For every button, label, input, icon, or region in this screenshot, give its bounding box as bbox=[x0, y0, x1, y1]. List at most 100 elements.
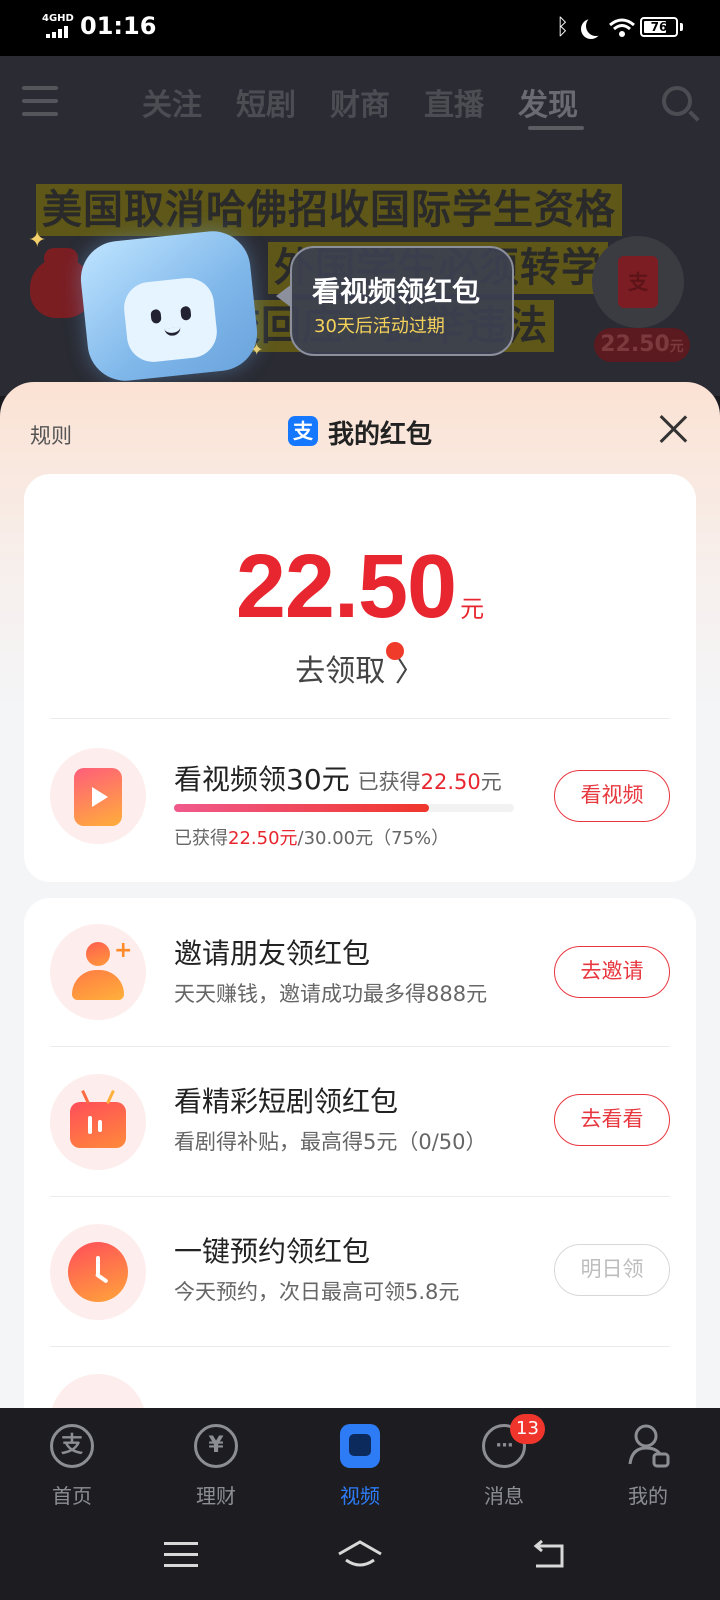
message-count-badge: 13 bbox=[510, 1414, 545, 1444]
active-tab-underline bbox=[528, 126, 584, 130]
watch-video-task-icon bbox=[50, 748, 146, 844]
short-drama-tv-icon bbox=[70, 1102, 126, 1148]
divider bbox=[50, 718, 670, 719]
balance-amount-unit: 元 bbox=[460, 595, 485, 623]
floating-amount-unit: 元 bbox=[669, 339, 684, 355]
alipay-home-icon: 支 bbox=[50, 1424, 94, 1468]
clock-time: 01:16 bbox=[80, 12, 157, 40]
plus-icon: + bbox=[114, 938, 133, 963]
detail-amount: 22.50元 bbox=[228, 828, 298, 849]
tab-profile-label: 我的 bbox=[628, 1484, 668, 1508]
invite-task-desc: 天天赚钱，邀请成功最多得888元 bbox=[174, 982, 488, 1006]
sparkle-icon: ✦ bbox=[28, 228, 47, 253]
detail-prefix: 已获得 bbox=[174, 828, 228, 849]
next-task-icon bbox=[50, 1374, 146, 1408]
bottom-tab-bar: 支 首页 ¥ 理财 视频 ··· 13 消息 我的 bbox=[0, 1408, 720, 1512]
close-icon[interactable] bbox=[658, 414, 688, 444]
rules-link[interactable]: 规则 bbox=[30, 420, 72, 450]
detail-suffix: /30.00元（75%） bbox=[297, 828, 450, 849]
mascot-character bbox=[77, 227, 261, 385]
invite-friend-icon-body bbox=[72, 970, 124, 1000]
tab-messages[interactable]: ··· 13 消息 bbox=[432, 1408, 576, 1512]
watch-video-button[interactable]: 看视频 bbox=[554, 770, 670, 822]
promo-bubble[interactable]: 看视频领红包 30天后活动过期 bbox=[290, 246, 514, 356]
battery-level-text: 76 bbox=[650, 20, 668, 34]
top-navigation: 关注 短剧 财商 直播 发现 bbox=[0, 76, 720, 136]
balance-card: 22.50 元 去领取 〉 看视频领30元 已获得22.50元 已获得22.50元/… bbox=[24, 474, 696, 882]
earned-unit: 元 bbox=[480, 770, 502, 794]
bluetooth-icon: ᛒ bbox=[556, 15, 570, 40]
sheet-title: 我的红包 bbox=[328, 420, 433, 450]
play-icon bbox=[74, 768, 122, 826]
invite-task-icon: + bbox=[50, 924, 146, 1020]
watch-video-progress-bar bbox=[174, 804, 514, 812]
tab-wealth[interactable]: ¥ 理财 bbox=[144, 1408, 288, 1512]
divider bbox=[50, 1346, 670, 1347]
invite-button[interactable]: 去邀请 bbox=[554, 946, 670, 998]
floating-red-packet-button[interactable]: 支 bbox=[592, 236, 684, 328]
nav-tab-short-drama[interactable]: 短剧 bbox=[236, 80, 296, 124]
wifi-icon bbox=[609, 18, 635, 37]
nav-tab-live[interactable]: 直播 bbox=[424, 80, 484, 124]
watch-video-title-text: 看视频领30元 bbox=[174, 763, 350, 796]
claim-tomorrow-button[interactable]: 明日领 bbox=[554, 1244, 670, 1296]
short-drama-task-title: 看精彩短剧领红包 bbox=[174, 1085, 399, 1118]
red-envelope-icon: 支 bbox=[618, 256, 658, 308]
earned-amount: 22.50 bbox=[420, 770, 481, 794]
nav-tab-discover[interactable]: 发现 bbox=[518, 80, 578, 124]
network-type: 4GHD bbox=[42, 13, 74, 24]
home-icon[interactable] bbox=[336, 1538, 384, 1572]
tab-video-label: 视频 bbox=[340, 1484, 380, 1508]
video-headline-line-1: 美国取消哈佛招收国际学生资格 bbox=[36, 184, 622, 236]
battery-icon: 76 bbox=[640, 17, 678, 37]
tab-messages-label: 消息 bbox=[484, 1484, 524, 1508]
search-icon-handle bbox=[688, 110, 700, 122]
floating-red-packet-amount: 22.50元 bbox=[594, 328, 690, 362]
divider bbox=[50, 1046, 670, 1047]
watch-video-earned: 已获得22.50元 bbox=[358, 770, 502, 794]
earned-prefix: 已获得 bbox=[357, 770, 421, 794]
alipay-logo-icon: 支 bbox=[288, 416, 318, 446]
balance-amount: 22.50 元 bbox=[24, 536, 696, 639]
reservation-task-title: 一键预约领红包 bbox=[174, 1235, 371, 1268]
progress-fill bbox=[174, 804, 429, 812]
tab-wealth-label: 理财 bbox=[196, 1484, 236, 1508]
notification-dot bbox=[386, 642, 404, 660]
back-icon[interactable] bbox=[530, 1540, 566, 1570]
invite-friend-icon bbox=[86, 942, 110, 966]
promo-bubble-title: 看视频领红包 bbox=[312, 275, 481, 308]
balance-amount-value: 22.50 bbox=[235, 537, 457, 637]
promo-bubble-subtitle: 30天后活动过期 bbox=[314, 316, 445, 337]
tab-home[interactable]: 支 首页 bbox=[0, 1408, 144, 1512]
video-tab-icon bbox=[340, 1424, 380, 1468]
mascot-face bbox=[121, 275, 220, 365]
watch-video-task-title: 看视频领30元 已获得22.50元 bbox=[174, 758, 502, 798]
search-icon[interactable] bbox=[662, 86, 692, 116]
yuan-icon: ¥ bbox=[194, 1424, 238, 1468]
status-bar: 4GHD 01:16 ᛒ 76 bbox=[0, 0, 720, 56]
menu-icon[interactable] bbox=[22, 86, 58, 116]
floating-amount-value: 22.50 bbox=[600, 332, 670, 357]
reservation-task-icon bbox=[50, 1224, 146, 1320]
reservation-task-desc: 今天预约，次日最高可领5.8元 bbox=[174, 1280, 460, 1304]
claim-button[interactable]: 去领取 〉 bbox=[24, 646, 696, 690]
clock-icon bbox=[68, 1242, 128, 1302]
nav-tab-follow[interactable]: 关注 bbox=[142, 80, 202, 124]
mascot-eye bbox=[180, 305, 192, 321]
tab-profile[interactable]: 我的 bbox=[576, 1408, 720, 1512]
mascot-mouth bbox=[164, 326, 182, 337]
tab-home-label: 首页 bbox=[52, 1484, 92, 1508]
nav-tab-finance[interactable]: 财商 bbox=[330, 80, 390, 124]
tab-video[interactable]: 视频 bbox=[288, 1408, 432, 1512]
recent-apps-icon[interactable] bbox=[164, 1542, 198, 1568]
short-drama-task-desc: 看剧得补贴，最高得5元（0/50） bbox=[174, 1130, 487, 1154]
invite-task-title: 邀请朋友领红包 bbox=[174, 937, 371, 970]
system-navigation-bar bbox=[0, 1512, 720, 1600]
signal-icon bbox=[46, 26, 72, 38]
short-drama-task-icon bbox=[50, 1074, 146, 1170]
battery-cap bbox=[680, 23, 683, 31]
do-not-disturb-moon-icon bbox=[586, 16, 606, 36]
watch-drama-button[interactable]: 去看看 bbox=[554, 1094, 670, 1146]
tasks-card: + 邀请朋友领红包 天天赚钱，邀请成功最多得888元 去邀请 看精彩短剧领红包 … bbox=[24, 898, 696, 1408]
mascot-eye bbox=[150, 308, 162, 324]
